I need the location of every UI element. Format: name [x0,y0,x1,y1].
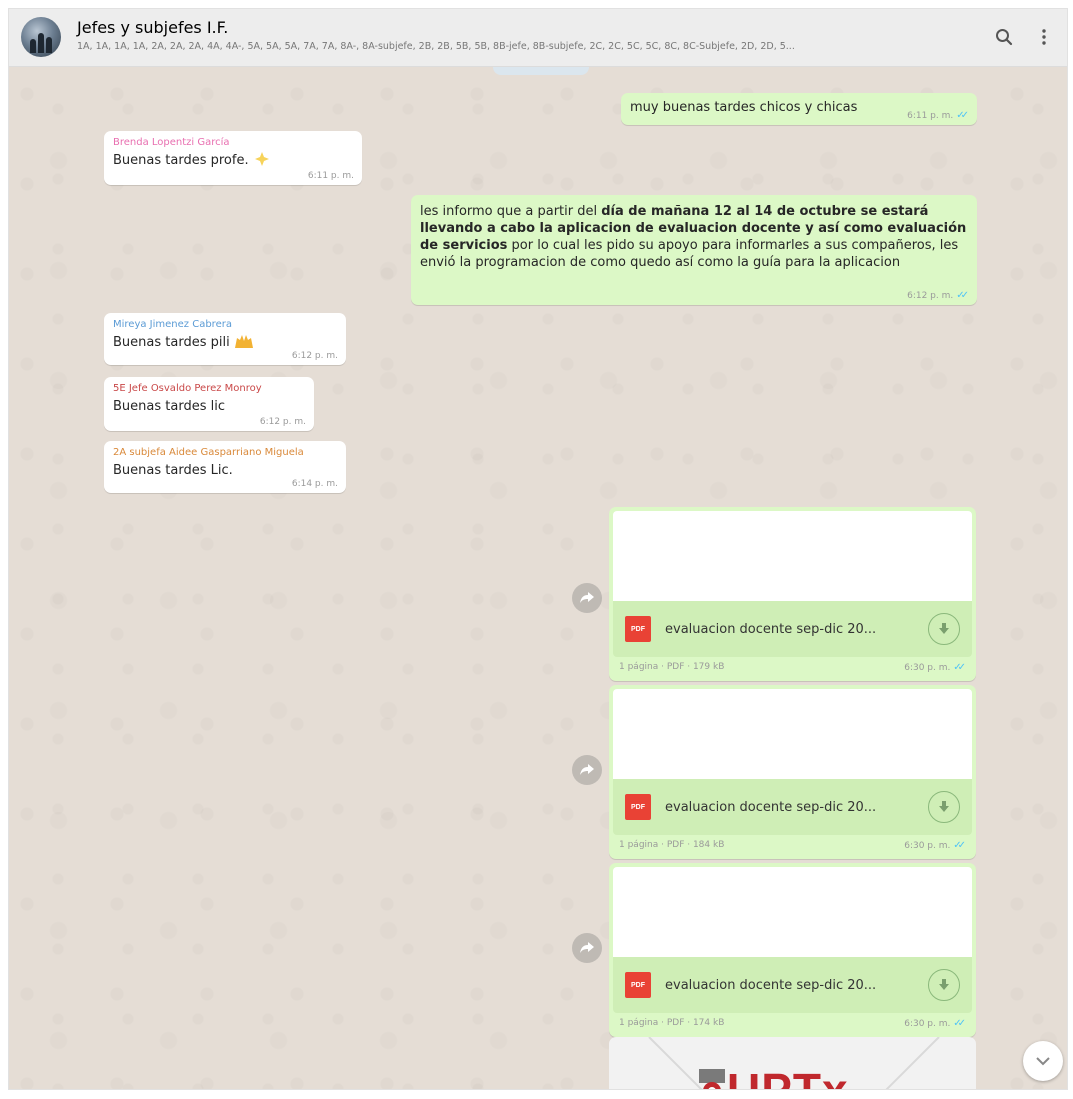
message-text: Buenas tardes Lic. [113,463,233,478]
document-info: 1 página · PDF · 179 kB [619,662,725,672]
message-meta: 6:12 p. m. [292,351,338,361]
sparkles-emoji-icon [253,152,271,166]
double-check-icon: ✓✓ [953,1017,966,1029]
message-time: 6:12 p. m. [291,351,338,361]
raised-hands-emoji-icon [234,334,253,348]
document-message[interactable]: PDF evaluacion docente sep-dic 20... 1 p… [609,685,976,859]
double-check-icon: ✓✓ [953,839,966,851]
message-text: Buenas tardes profe. [113,153,249,168]
message-meta: 6:11 p. m. ✓✓ [907,110,969,121]
document-row[interactable]: PDF evaluacion docente sep-dic 20... [613,601,972,657]
message-text: Buenas tardes pili [113,335,230,350]
message-text: Buenas tardes lic [113,399,225,414]
message-time: 6:11 p. m. [307,171,354,181]
document-preview[interactable] [613,689,972,779]
message-text: les informo que a partir del día de maña… [420,203,968,271]
message-meta: 6:14 p. m. [292,479,338,489]
document-info: 1 página · PDF · 174 kB [619,1018,725,1028]
sender-name[interactable]: 5E Jefe Osvaldo Perez Monroy [113,383,305,394]
message-time: 6:11 p. m. [907,110,954,121]
logo-text: UPTx [727,1064,849,1090]
document-info: 1 página · PDF · 184 kB [619,840,725,850]
double-check-icon: ✓✓ [953,661,966,673]
document-preview[interactable] [613,867,972,957]
incoming-message[interactable]: Brenda Lopentzi García Buenas tardes pro… [104,131,362,185]
search-icon[interactable] [991,24,1017,50]
sender-name[interactable]: 2A subjefa Aidee Gasparriano Miguela [113,447,337,458]
forward-icon[interactable] [572,933,602,963]
double-check-icon: ✓✓ [956,110,969,121]
group-avatar[interactable] [21,17,61,57]
document-message[interactable]: PDF evaluacion docente sep-dic 20... 1 p… [609,507,976,681]
document-row[interactable]: PDF evaluacion docente sep-dic 20... [613,957,972,1013]
kebab-menu-icon[interactable] [1031,24,1057,50]
outgoing-message[interactable]: muy buenas tardes chicos y chicas 6:11 p… [621,93,977,125]
document-row[interactable]: PDF evaluacion docente sep-dic 20... [613,779,972,835]
message-meta: 6:12 p. m. [260,417,306,427]
sender-name[interactable]: Brenda Lopentzi García [113,137,353,148]
pdf-icon: PDF [625,616,651,642]
pdf-icon: PDF [625,972,651,998]
university-emblem-icon [699,1069,725,1089]
forward-icon[interactable] [572,755,602,785]
message-text-part: les informo que a partir del [420,204,602,219]
sender-name[interactable]: Mireya Jimenez Cabrera [113,319,337,330]
document-message[interactable]: PDF evaluacion docente sep-dic 20... 1 p… [609,863,976,1037]
message-time: 6:30 p. m. ✓✓ [904,662,966,673]
document-meta: 1 página · PDF · 184 kB 6:30 p. m. ✓✓ [613,835,972,855]
document-name[interactable]: evaluacion docente sep-dic 20... [665,800,920,815]
document-name[interactable]: evaluacion docente sep-dic 20... [665,978,920,993]
chat-header[interactable]: Jefes y subjefes I.F. 1A, 1A, 1A, 1A, 2A… [9,9,1067,67]
download-icon[interactable] [928,969,960,1001]
scroll-to-bottom-button[interactable] [1023,1041,1063,1081]
document-preview[interactable] [613,511,972,601]
logo-wordmark: UPTx [727,1063,849,1090]
document-meta: 1 página · PDF · 179 kB 6:30 p. m. ✓✓ [613,657,972,677]
message-time: 6:14 p. m. [291,479,338,489]
message-time: 6:12 p. m. [259,417,306,427]
image-message[interactable]: UPTx [609,1037,976,1090]
message-meta: 6:12 p. m. ✓✓ [907,290,969,301]
message-time: 6:30 p. m. ✓✓ [904,840,966,851]
message-time: 6:12 p. m. [907,290,954,301]
download-icon[interactable] [928,613,960,645]
message-meta: 6:11 p. m. [308,171,354,181]
outgoing-message[interactable]: les informo que a partir del día de maña… [411,195,977,305]
pdf-icon: PDF [625,794,651,820]
double-check-icon: ✓✓ [956,290,969,301]
forward-icon[interactable] [572,583,602,613]
message-time: 6:30 p. m. ✓✓ [904,1018,966,1029]
download-icon[interactable] [928,791,960,823]
group-title[interactable]: Jefes y subjefes I.F. [77,18,228,37]
group-participants: 1A, 1A, 1A, 1A, 2A, 2A, 2A, 4A, 4A-, 5A,… [77,41,795,52]
message-list[interactable]: muy buenas tardes chicos y chicas 6:11 p… [9,67,1067,1090]
document-name[interactable]: evaluacion docente sep-dic 20... [665,622,920,637]
chevron-down-icon [1036,1056,1050,1065]
incoming-message[interactable]: 5E Jefe Osvaldo Perez Monroy Buenas tard… [104,377,314,431]
document-meta: 1 página · PDF · 174 kB 6:30 p. m. ✓✓ [613,1013,972,1033]
incoming-message[interactable]: 2A subjefa Aidee Gasparriano Miguela Bue… [104,441,346,493]
scroll-indicator [493,67,589,75]
chat-window: Jefes y subjefes I.F. 1A, 1A, 1A, 1A, 2A… [8,8,1068,1090]
incoming-message[interactable]: Mireya Jimenez Cabrera Buenas tardes pil… [104,313,346,365]
